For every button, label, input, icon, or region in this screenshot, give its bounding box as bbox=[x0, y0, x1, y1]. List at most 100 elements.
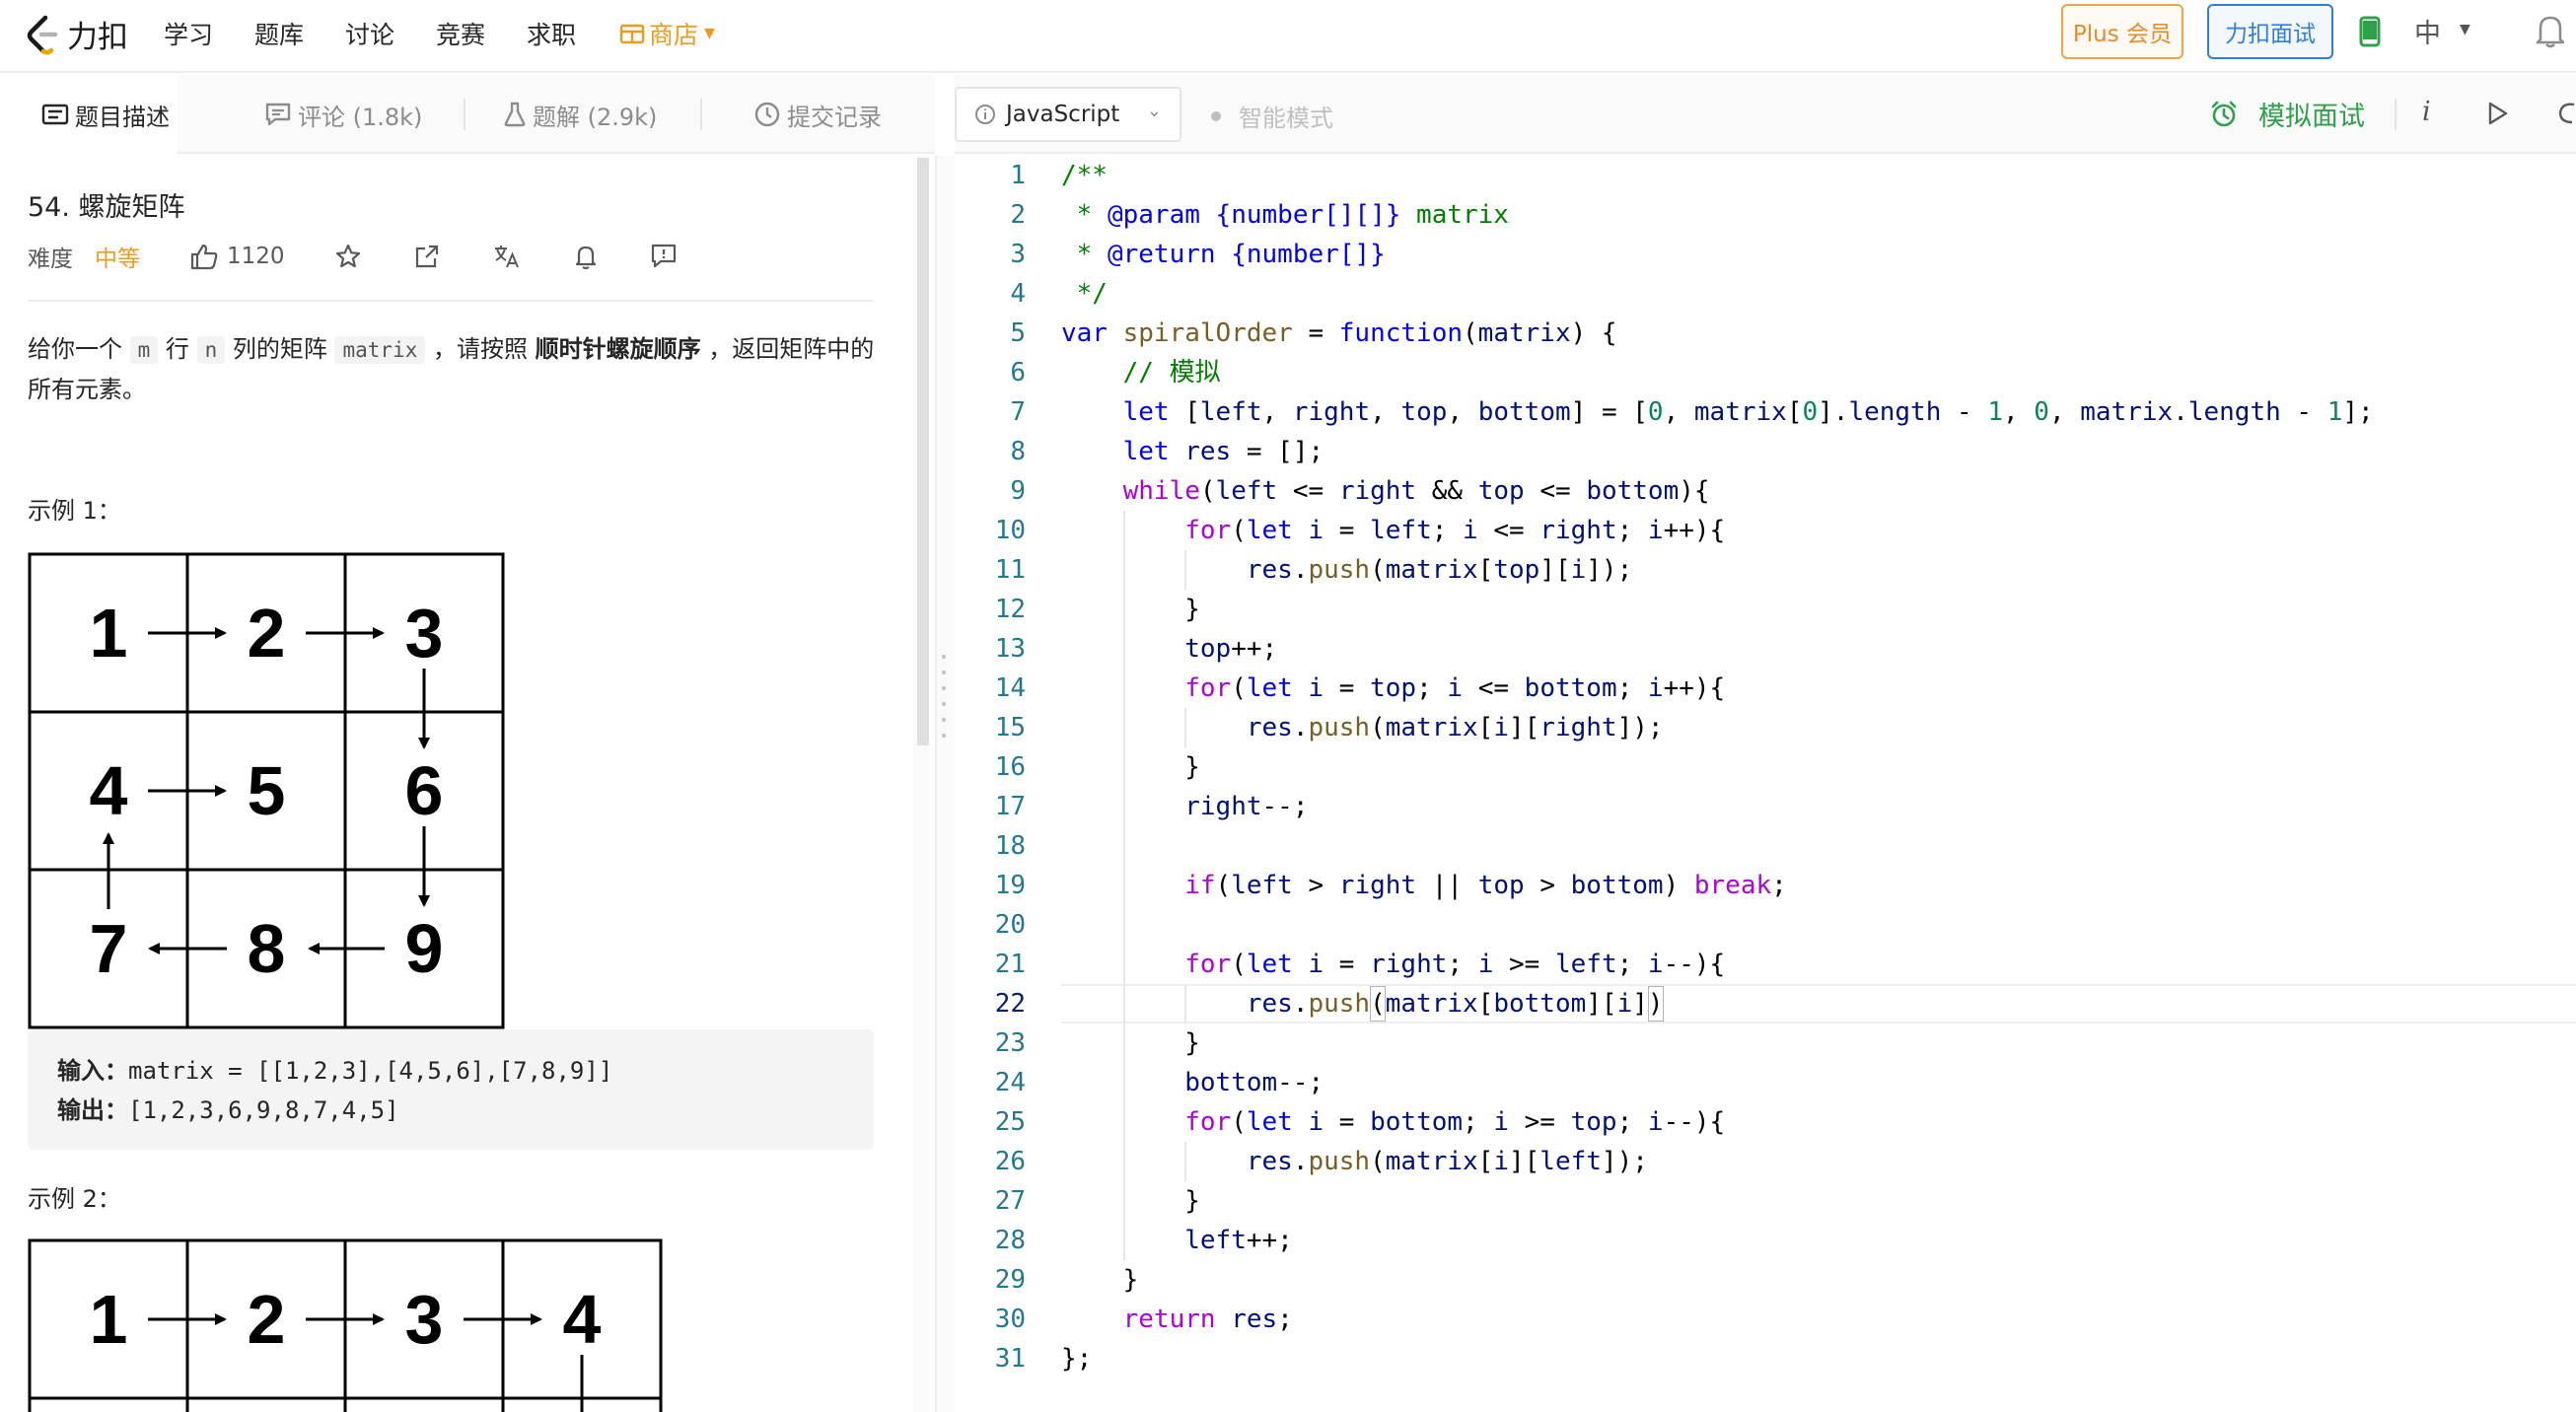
leetcode-interview-button[interactable]: 力扣面试 bbox=[2207, 4, 2333, 59]
code-line[interactable]: 31}; bbox=[955, 1339, 2576, 1378]
translate-icon[interactable] bbox=[492, 243, 522, 270]
tab-submissions-label: 提交记录 bbox=[787, 103, 882, 131]
smart-mode-toggle[interactable]: 智能模式 bbox=[1211, 99, 1333, 133]
code-line[interactable]: 14 for(let i = top; i <= bottom; i++){ bbox=[955, 669, 2576, 708]
code-text: }; bbox=[1061, 1344, 1093, 1374]
line-number: 19 bbox=[994, 871, 1026, 900]
shop-label: 商店 bbox=[649, 21, 699, 49]
status-dot bbox=[1211, 110, 1221, 121]
code-text: } bbox=[1061, 1265, 1139, 1295]
code-line[interactable]: 10 for(let i = left; i <= right; i++){ bbox=[955, 511, 2576, 550]
inline-code-matrix: matrix bbox=[334, 336, 426, 364]
drag-handle-icon[interactable] bbox=[941, 651, 947, 749]
code-line[interactable]: 16 } bbox=[955, 747, 2576, 787]
code-line[interactable]: 17 right--; bbox=[955, 787, 2576, 826]
code-line[interactable]: 24 bottom--; bbox=[955, 1063, 2576, 1102]
language-switch[interactable]: 中 bbox=[2414, 12, 2441, 50]
plus-member-button[interactable]: Plus 会员 bbox=[2061, 4, 2183, 59]
divider bbox=[28, 300, 874, 302]
code-text: /** bbox=[1061, 161, 1108, 190]
code-line[interactable]: 12 } bbox=[955, 590, 2576, 629]
nav-link-contest[interactable]: 竞赛 bbox=[436, 16, 485, 51]
code-text: } bbox=[1061, 1028, 1200, 1058]
reset-icon[interactable] bbox=[2554, 99, 2576, 128]
code-line[interactable]: 20 bbox=[955, 905, 2576, 945]
grid-cell-number: 1 bbox=[90, 1281, 128, 1358]
tab-description[interactable]: 题目描述 bbox=[0, 75, 178, 154]
tab-comments[interactable]: 评论 (1.8k) bbox=[264, 75, 422, 154]
difficulty-label: 难度 bbox=[28, 247, 73, 272]
chevron-down-icon[interactable]: ▼ bbox=[2460, 22, 2470, 37]
code-line[interactable]: 30 return res; bbox=[955, 1300, 2576, 1339]
mobile-app-icon[interactable] bbox=[2359, 16, 2381, 47]
code-line[interactable]: 19 if(left > right || top > bottom) brea… bbox=[955, 866, 2576, 905]
code-line[interactable]: 29 } bbox=[955, 1260, 2576, 1300]
language-select[interactable]: JavaScript ⌄ bbox=[955, 87, 1181, 142]
share-icon[interactable] bbox=[413, 243, 441, 270]
code-line[interactable]: 2 * @param {number[][]} matrix bbox=[955, 195, 2576, 235]
tab-solutions[interactable]: 题解 (2.9k) bbox=[503, 75, 657, 154]
leetcode-logo[interactable]: 力扣 bbox=[24, 12, 128, 56]
bracket-match-highlight bbox=[1648, 986, 1664, 1022]
code-line[interactable]: 1 /** bbox=[955, 156, 2576, 195]
code-line[interactable]: 7 let [left, right, top, bottom] = [0, m… bbox=[955, 392, 2576, 432]
logo-icon bbox=[27, 15, 58, 55]
nav-link-learn[interactable]: 学习 bbox=[164, 16, 213, 51]
line-number: 3 bbox=[1010, 240, 1026, 269]
grid-cell-number: 2 bbox=[248, 1281, 286, 1358]
feedback-icon[interactable] bbox=[650, 243, 678, 270]
code-line[interactable]: 3 * @return {number[]} bbox=[955, 235, 2576, 274]
line-number: 13 bbox=[994, 634, 1026, 664]
line-number: 8 bbox=[1010, 437, 1026, 466]
code-line[interactable]: 23 } bbox=[955, 1024, 2576, 1063]
line-number: 29 bbox=[994, 1265, 1026, 1295]
line-number: 22 bbox=[994, 989, 1026, 1019]
nav-link-problems[interactable]: 题库 bbox=[254, 16, 304, 51]
code-line[interactable]: 21 for(let i = right; i >= left; i--){ bbox=[955, 945, 2576, 984]
code-line[interactable]: 28 left++; bbox=[955, 1221, 2576, 1260]
nav-link-jobs[interactable]: 求职 bbox=[527, 16, 576, 51]
code-line[interactable]: 25 for(let i = bottom; i >= top; i--){ bbox=[955, 1102, 2576, 1142]
code-line[interactable]: 9 while(left <= right && top <= bottom){ bbox=[955, 471, 2576, 511]
bell-icon[interactable] bbox=[573, 243, 599, 270]
nav-link-shop[interactable]: 商店 ▼ bbox=[619, 16, 715, 51]
code-editor[interactable]: 1/** 2 * @param {number[][]} matrix 3 * @r… bbox=[955, 156, 2576, 1412]
code-line[interactable]: 5 var spiralOrder = function(matrix) { bbox=[955, 314, 2576, 353]
code-text: for(let i = bottom; i >= top; i--){ bbox=[1184, 1107, 1726, 1137]
play-icon[interactable] bbox=[2487, 101, 2509, 126]
code-line[interactable]: 6 // 模拟 bbox=[955, 353, 2576, 392]
code-line[interactable]: 4 */ bbox=[955, 274, 2576, 314]
grid-cell-number: 4 bbox=[563, 1281, 602, 1358]
mock-interview-button[interactable]: 模拟面试 bbox=[2209, 95, 2365, 133]
code-text: } bbox=[1061, 595, 1200, 624]
thumbs-up-icon[interactable] bbox=[189, 243, 219, 270]
bell-icon[interactable] bbox=[2533, 12, 2568, 49]
info-icon[interactable]: i bbox=[2422, 97, 2431, 127]
line-number: 17 bbox=[994, 792, 1026, 821]
code-line[interactable]: 13 top++; bbox=[955, 629, 2576, 669]
code-line[interactable]: 8 let res = []; bbox=[955, 432, 2576, 471]
line-number: 25 bbox=[994, 1107, 1026, 1137]
nav-link-discuss[interactable]: 讨论 bbox=[345, 16, 394, 51]
code-line[interactable]: 22 res.push(matrix[bottom][i]) bbox=[955, 984, 2576, 1024]
tab-submissions[interactable]: 提交记录 bbox=[753, 75, 882, 154]
like-count: 1120 bbox=[227, 244, 285, 269]
code-text: res.push(matrix[i][left]); bbox=[1246, 1147, 1648, 1176]
grid-cell-number: 8 bbox=[248, 910, 286, 987]
code-text: bottom--; bbox=[1184, 1068, 1324, 1097]
star-icon[interactable] bbox=[334, 243, 362, 270]
code-text: // 模拟 bbox=[1122, 358, 1221, 388]
code-text: res.push(matrix[bottom][i]) bbox=[1246, 989, 1664, 1019]
smart-mode-label: 智能模式 bbox=[1239, 105, 1333, 132]
desc-text: 给你一个 bbox=[28, 335, 130, 363]
code-text: } bbox=[1061, 752, 1200, 782]
inline-code-m: m bbox=[129, 336, 159, 364]
code-line[interactable]: 26 res.push(matrix[i][left]); bbox=[955, 1142, 2576, 1181]
code-line[interactable]: 27 } bbox=[955, 1181, 2576, 1221]
scrollbar-thumb[interactable] bbox=[917, 158, 929, 745]
desc-text: ，请按照 bbox=[425, 335, 536, 363]
code-line[interactable]: 11 res.push(matrix[top][i]); bbox=[955, 550, 2576, 590]
pane-splitter[interactable] bbox=[935, 156, 955, 1412]
code-line[interactable]: 15 res.push(matrix[i][right]); bbox=[955, 708, 2576, 747]
code-line[interactable]: 18 bbox=[955, 826, 2576, 866]
